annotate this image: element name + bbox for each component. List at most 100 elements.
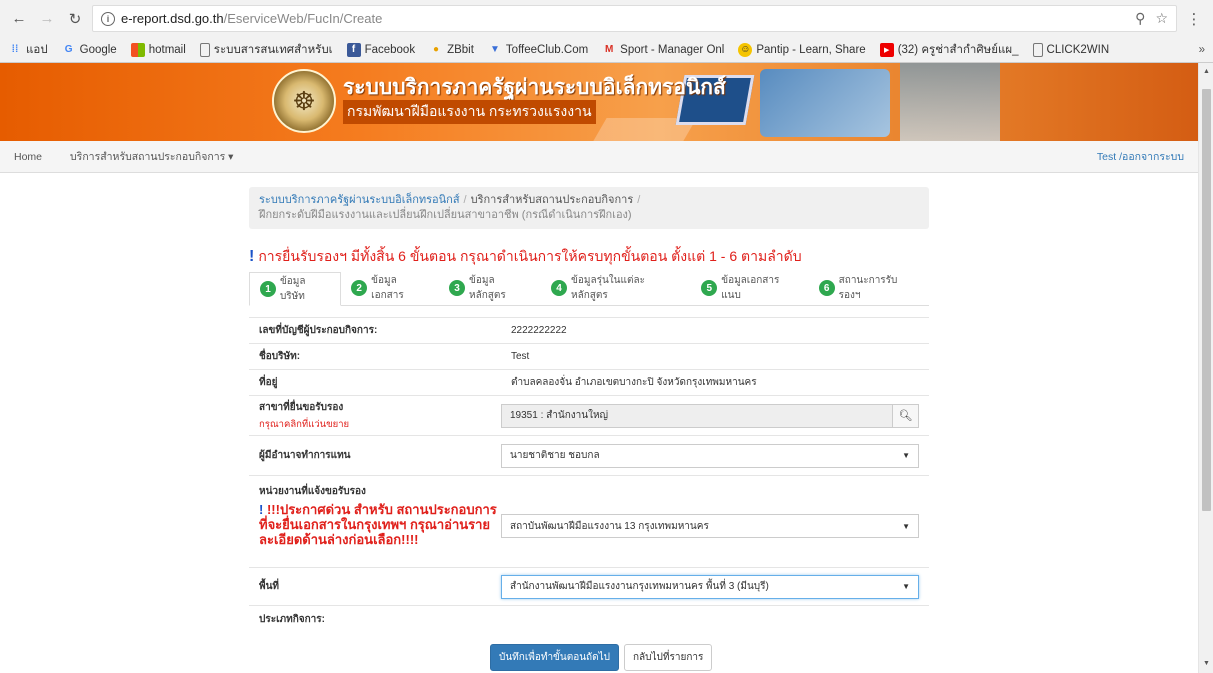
bookmark-hotmail[interactable]: hotmail (130, 42, 186, 57)
scroll-down-icon[interactable]: ▼ (1199, 657, 1213, 671)
form-row-address: ที่อยู่ ตำบลคลองจั่น อำเภอเขตบางกะปิ จัง… (249, 369, 929, 395)
back-icon[interactable]: ← (8, 8, 30, 30)
zbbit-icon: ● (433, 44, 440, 55)
address-value: ตำบลคลองจั่น อำเภอเขตบางกะปิ จังหวัดกรุง… (511, 377, 757, 388)
info-icon[interactable]: i (101, 11, 115, 26)
scroll-thumb[interactable] (1202, 89, 1211, 511)
area-select[interactable]: สำนักงานพัฒนาฝีมือแรงงานกรุงเทพมหานคร พื… (501, 574, 919, 599)
breadcrumb-level1[interactable]: ระบบบริการภาครัฐผ่านระบบอิเล็กทรอนิกส์ (259, 194, 460, 206)
bookmark-star-icon[interactable]: ☆ (1155, 10, 1168, 27)
branch-value: 19351 : สำนักงานใหญ่ (510, 410, 609, 421)
bookmark-apps[interactable]: ⁞⁞ แอป (8, 41, 48, 59)
bookmark-label: ZBbit (447, 43, 474, 56)
url-host: e-report.dsd.go.th (121, 11, 224, 26)
bookmark-label: ToffeeClub.Com (505, 43, 589, 56)
address-bar[interactable]: i e-report.dsd.go.th/EserviceWeb/FucIn/C… (92, 5, 1177, 32)
bookmark-label: hotmail (148, 43, 186, 56)
branch-field: 19351 : สำนักงานใหญ่ 🔍︎ (501, 403, 919, 428)
menu-icon[interactable]: ⋮ (1183, 8, 1205, 30)
banner-subtitle: กรมพัฒนาฝีมือแรงงาน กระทรวงแรงงาน (343, 100, 596, 124)
forward-icon[interactable]: → (36, 8, 58, 30)
url-path: /EserviceWeb/FucIn/Create (223, 11, 383, 26)
authority-label: ผู้มีอำนาจทำการแทน (259, 450, 351, 461)
pantip-icon: ☺ (738, 42, 753, 57)
branch-label-group: สาขาที่ยื่นขอรับรอง กรุณาคลิกที่แว่นขยาย (259, 400, 499, 432)
gmail-icon: M (605, 44, 614, 55)
bookmark-youtube[interactable]: ▶ (32) ครูช่าสำกำศิษย์แผ_ (879, 41, 1019, 59)
steps-notice-text: การยื่นรับรองฯ มีทั้งสิ้น 6 ขั้นตอน กรุณ… (258, 248, 802, 264)
bookmark-toffee[interactable]: ▼ ToffeeClub.Com (488, 43, 588, 57)
tab-certification-status[interactable]: 6 สถานะการรับรองฯ (809, 271, 929, 305)
banner-device-image (760, 69, 890, 137)
account-number-value: 2222222222 (511, 325, 567, 336)
tab-company-info[interactable]: 1 ข้อมูลบริษัท (249, 272, 342, 306)
exclamation-icon: ! (249, 248, 255, 265)
save-next-button[interactable]: บันทึกเพื่อทำขั้นตอนถัดไป (490, 644, 619, 671)
bookmark-pantip[interactable]: ☺ Pantip - Learn, Share (738, 42, 866, 57)
authority-select[interactable]: นายชาติชาย ชอบกล ▼ (501, 443, 919, 468)
site-banner: ☸ ระบบบริการภาครัฐผ่านระบบอิเล็กทรอนิกส์… (0, 63, 1198, 141)
account-number-label: เลขที่บัญชีผู้ประกอบกิจการ: (259, 325, 378, 336)
tab-label: ข้อมูลรุ่นในแต่ละหลักสูตร (571, 275, 645, 301)
chevron-down-icon: ▼ (902, 521, 910, 531)
tab-label: ข้อมูลบริษัท (279, 276, 306, 302)
page-viewport: ▲ ▼ ☸ ระบบบริการภาครัฐผ่านระบบอิเล็กทรอน… (0, 63, 1213, 673)
breadcrumb-level3: ฝึกยกระดับฝีมือแรงงานและเปลี่ยนฝึกเปลี่ย… (259, 209, 632, 221)
bookmark-label: Facebook (364, 43, 416, 56)
step-tabs: 1 ข้อมูลบริษัท 2 ข้อมูลเอกสาร 3 ข้อมูลหลักส… (249, 272, 929, 306)
user-logout-link[interactable]: Test /ออกจากระบบ (1097, 148, 1184, 165)
nav-services-dropdown[interactable]: บริการสำหรับสถานประกอบกิจการ ▾ (70, 148, 233, 165)
more-bookmarks-icon[interactable]: » (1199, 44, 1205, 56)
agency-select[interactable]: สถาบันพัฒนาฝีมือแรงงาน 13 กรุงเทพมหานคร … (501, 514, 919, 538)
chevron-down-icon: ▼ (902, 582, 910, 591)
agency-warning: ! !!!ประกาศด่วน สำหรับ สถานประกอบการที่จ… (259, 502, 499, 547)
company-name-value: Test (511, 351, 530, 362)
bookmark-zbbit[interactable]: ● ZBbit (429, 43, 474, 57)
bookmark-label: Google (79, 43, 117, 56)
facebook-icon: f (346, 42, 361, 57)
google-icon: G (64, 44, 73, 55)
back-to-list-button[interactable]: กลับไปที่รายการ (624, 644, 713, 671)
search-icon[interactable]: 🔍︎ (892, 404, 918, 427)
area-selected-value: สำนักงานพัฒนาฝีมือแรงงานกรุงเทพมหานคร พื… (510, 581, 769, 592)
bookmarks-bar: ⁞⁞ แอป G Google hotmail ระบบสารสนเทศสำหรับ… (0, 37, 1213, 63)
authority-selected-value: นายชาติชาย ชอบกล (510, 450, 600, 461)
step-number-badge: 4 (551, 280, 568, 296)
breadcrumb-level2[interactable]: บริการสำหรับสถานประกอบกิจการ (471, 194, 634, 206)
bookmark-facebook[interactable]: f Facebook (346, 42, 416, 57)
agency-select-wrapper: สถาบันพัฒนาฝีมือแรงงาน 13 กรุงเทพมหานคร … (499, 484, 919, 538)
bookmark-click2win[interactable]: CLICK2WIN (1032, 42, 1109, 57)
steps-notice: ! การยื่นรับรองฯ มีทั้งสิ้น 6 ขั้นตอน กร… (249, 246, 802, 268)
tab-label: ข้อมูลเอกสาร (371, 275, 404, 301)
exclamation-icon: ! (259, 502, 267, 517)
ministry-seal-logo: ☸ (272, 69, 336, 133)
tab-label: ข้อมูลเอกสารแนบ (721, 275, 780, 301)
page-icon (1032, 42, 1043, 57)
bookmark-label: (32) ครูช่าสำกำศิษย์แผ_ (897, 43, 1019, 56)
page-icon (199, 42, 210, 57)
step-number-badge: 5 (701, 280, 718, 296)
area-select-wrapper: สำนักงานพัฒนาฝีมือแรงงานกรุงเทพมหานคร พื… (499, 574, 919, 599)
scroll-up-icon[interactable]: ▲ (1199, 65, 1213, 79)
bookmark-sport[interactable]: M Sport - Manager Onl (602, 43, 724, 57)
tab-attachments[interactable]: 5 ข้อมูลเอกสารแนบ (691, 271, 808, 305)
browser-toolbar: ← → ↻ i e-report.dsd.go.th/EserviceWeb/F… (0, 0, 1213, 37)
reload-icon[interactable]: ↻ (64, 8, 86, 30)
company-name-label: ชื่อบริษัท: (259, 351, 301, 362)
form-row-area: พื้นที่ สำนักงานพัฒนาฝีมือแรงงานกรุงเทพม… (249, 567, 929, 605)
vertical-scrollbar[interactable]: ▲ ▼ (1198, 63, 1213, 673)
agency-label: หน่วยงานที่แจ้งขอรับรอง (259, 486, 366, 497)
youtube-icon: ▶ (879, 42, 894, 57)
zoom-icon[interactable]: ⚲ (1135, 10, 1145, 27)
tab-documents[interactable]: 2 ข้อมูลเอกสาร (341, 271, 439, 305)
bookmark-google[interactable]: G Google (62, 43, 117, 57)
step-number-badge: 1 (260, 281, 276, 297)
tab-courses[interactable]: 3 ข้อมูลหลักสูตร (439, 271, 541, 305)
form-row-authority: ผู้มีอำนาจทำการแทน นายชาติชาย ชอบกล ▼ (249, 435, 929, 475)
tab-course-batches[interactable]: 4 ข้อมูลรุ่นในแต่ละหลักสูตร (541, 271, 691, 305)
nav-home-link[interactable]: Home (14, 151, 42, 163)
breadcrumb: ระบบบริการภาครัฐผ่านระบบอิเล็กทรอนิกส์ / บ… (249, 187, 929, 229)
bookmark-dsd[interactable]: ระบบสารสนเทศสำหรับเ (199, 41, 333, 59)
chevron-down-icon: ▼ (902, 451, 910, 460)
company-info-form: เลขที่บัญชีผู้ประกอบกิจการ: 2222222222 ช… (249, 317, 929, 633)
